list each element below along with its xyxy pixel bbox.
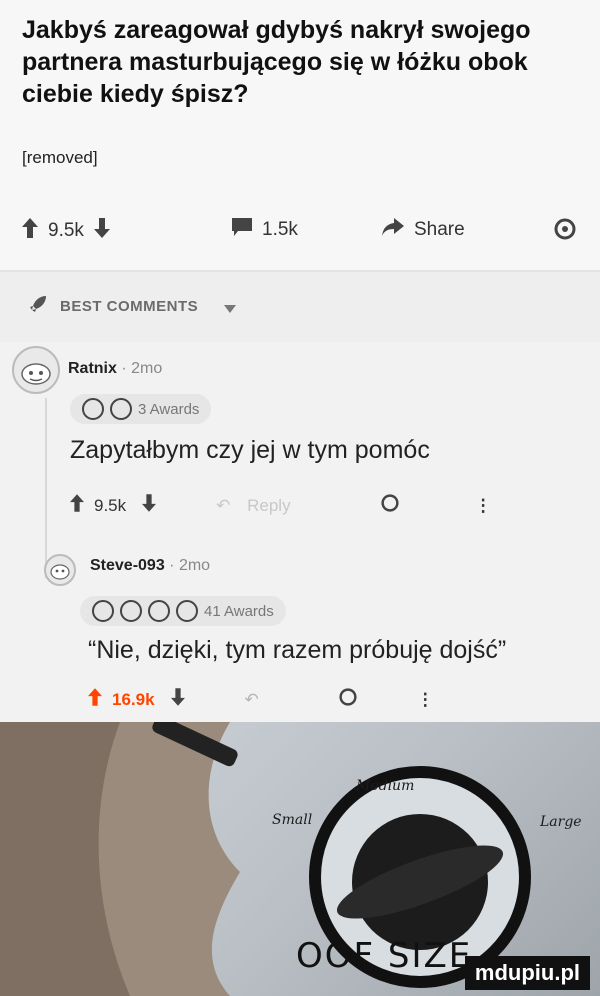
- comments-count: 1.5k: [262, 219, 298, 240]
- silver-award-icon: [110, 398, 132, 420]
- reply-button[interactable]: ↶ Reply: [216, 496, 290, 516]
- comment-text: “Nie, dzięki, tym razem próbuję dojść”: [88, 636, 507, 664]
- comment-time: · 2mo: [169, 557, 211, 574]
- username[interactable]: Steve-093: [90, 557, 165, 574]
- awards-pill[interactable]: 41 Awards: [80, 596, 286, 626]
- awards-count: 3 Awards: [138, 400, 200, 418]
- post-actions: 9.5k 1.5k Share: [22, 218, 582, 248]
- upvote-icon[interactable]: [88, 688, 102, 711]
- reply-icon[interactable]: ↶: [245, 690, 259, 710]
- reply-icon: ↶: [216, 495, 231, 515]
- award-icon: [92, 600, 114, 622]
- comments-button[interactable]: 1.5k: [232, 218, 298, 242]
- downvote-icon[interactable]: [93, 218, 110, 244]
- downvote-icon[interactable]: [170, 688, 185, 711]
- post-card: Jakbyś zareagował gdybyś nakrył swojego …: [0, 0, 600, 270]
- comment-score: 9.5k: [94, 495, 127, 515]
- award-icon: [176, 600, 198, 622]
- comment-actions: 16.9k ↶ ⋮: [88, 688, 434, 711]
- share-label: Share: [414, 219, 465, 240]
- watermark: mdupiu.pl: [464, 956, 590, 990]
- avatar[interactable]: [12, 346, 60, 394]
- label-large: Large: [540, 814, 582, 830]
- thread-line: [45, 398, 47, 578]
- sort-label: BEST COMMENTS: [60, 298, 199, 315]
- avatar[interactable]: [44, 554, 76, 586]
- awards-pill[interactable]: 3 Awards: [70, 394, 212, 424]
- post-score: 9.5k: [48, 220, 84, 241]
- sort-bar[interactable]: BEST COMMENTS: [0, 272, 600, 342]
- award-icon[interactable]: [339, 688, 357, 711]
- more-options-icon[interactable]: ⋮: [417, 690, 434, 710]
- comment-author[interactable]: Ratnix · 2mo: [68, 360, 162, 378]
- downvote-icon[interactable]: [142, 494, 157, 517]
- comment-actions: 9.5k ↶ Reply ⋮: [70, 494, 492, 517]
- label-caption: OOF SIZE: [296, 936, 473, 976]
- comment-author[interactable]: Steve-093 · 2mo: [90, 557, 210, 575]
- comment-text: Zapytałbym czy jej w tym pomóc: [70, 436, 430, 464]
- label-medium: Medium: [356, 778, 415, 794]
- post-title: Jakbyś zareagował gdybyś nakrył swojego …: [22, 16, 531, 108]
- reply-label: Reply: [247, 495, 291, 515]
- post-body: [removed]: [22, 148, 98, 167]
- award-button[interactable]: [554, 218, 576, 246]
- upvote-icon[interactable]: [22, 218, 38, 244]
- share-button[interactable]: Share: [382, 218, 465, 242]
- awards-count: 41 Awards: [204, 602, 274, 620]
- award-icon[interactable]: [381, 494, 399, 517]
- username[interactable]: Ratnix: [68, 360, 117, 377]
- upvote-icon[interactable]: [70, 494, 84, 517]
- comment-score: 16.9k: [112, 689, 155, 709]
- comment-time: · 2mo: [121, 360, 163, 377]
- chevron-down-icon: [224, 300, 236, 318]
- more-options-icon[interactable]: ⋮: [475, 496, 492, 516]
- label-small: Small: [272, 812, 313, 828]
- rocket-icon: [28, 294, 48, 319]
- award-icon: [554, 218, 576, 246]
- meme-image: Small Medium Large OOF SIZE mdupiu.pl: [0, 722, 600, 996]
- share-icon: [382, 218, 404, 242]
- vote-group: 9.5k: [22, 218, 110, 244]
- award-icon: [148, 600, 170, 622]
- award-icon: [82, 398, 104, 420]
- comment-icon: [232, 218, 252, 242]
- comments-list: Ratnix · 2mo 3 Awards Zapytałbym czy jej…: [0, 342, 600, 722]
- award-icon: [120, 600, 142, 622]
